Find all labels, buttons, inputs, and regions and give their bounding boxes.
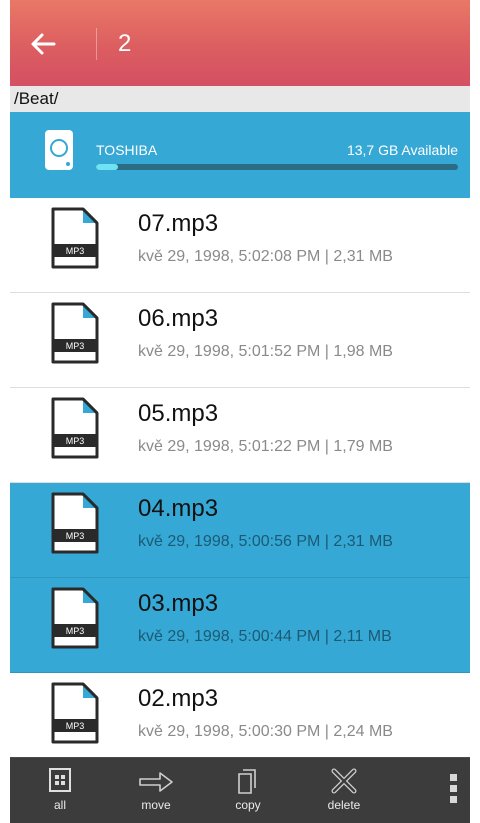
mp3-file-icon: MP3 [51, 397, 99, 459]
svg-text:MP3: MP3 [66, 341, 85, 351]
delete-button[interactable]: delete [312, 764, 376, 820]
file-meta: kvě 29, 1998, 5:00:56 PM | 2,31 MB [138, 533, 393, 550]
copy-icon [238, 769, 256, 794]
svg-text:MP3: MP3 [66, 531, 85, 541]
move-button[interactable]: move [124, 764, 188, 820]
more-vertical-icon[interactable] [448, 774, 458, 810]
svg-text:MP3: MP3 [66, 246, 85, 256]
arrow-left-icon [31, 33, 56, 55]
storage-card[interactable]: TOSHIBA 13,7 GB Available [10, 112, 470, 198]
select-all-icon [49, 768, 71, 792]
file-name: 05.mp3 [138, 400, 219, 427]
storage-usage-fill [96, 164, 118, 170]
app-frame: 2 /Beat/ TOSHIBA 13,7 GB Available MP3 07… [10, 0, 470, 823]
breadcrumb-path[interactable]: /Beat/ [10, 86, 470, 112]
file-meta: kvě 29, 1998, 5:00:30 PM | 2,24 MB [138, 723, 393, 740]
storage-name: TOSHIBA [96, 142, 158, 158]
file-list: MP3 07.mp3 kvě 29, 1998, 5:02:08 PM | 2,31… [10, 198, 470, 768]
file-row[interactable]: MP3 07.mp3 kvě 29, 1998, 5:02:08 PM | 2,31… [10, 198, 470, 293]
mp3-file-icon: MP3 [51, 587, 99, 649]
file-name: 07.mp3 [138, 210, 219, 237]
move-label: move [141, 798, 171, 812]
svg-text:MP3: MP3 [66, 626, 85, 636]
file-meta: kvě 29, 1998, 5:00:44 PM | 2,11 MB [138, 628, 392, 645]
mp3-file-icon: MP3 [51, 682, 99, 744]
file-meta: kvě 29, 1998, 5:02:08 PM | 2,31 MB [138, 248, 393, 265]
file-name: 06.mp3 [138, 305, 219, 332]
bottom-toolbar: all move copy delete [10, 757, 470, 823]
back-button[interactable] [28, 24, 72, 64]
delete-x-icon [331, 768, 357, 794]
file-name: 04.mp3 [138, 495, 219, 522]
delete-label: delete [327, 798, 361, 812]
storage-available: 13,7 GB Available [346, 142, 458, 158]
copy-button[interactable]: copy [216, 764, 280, 820]
file-name: 03.mp3 [138, 590, 219, 617]
file-name: 02.mp3 [138, 685, 219, 712]
storage-usage-bar [96, 164, 458, 170]
svg-text:MP3: MP3 [66, 436, 85, 446]
file-row[interactable]: MP3 06.mp3 kvě 29, 1998, 5:01:52 PM | 1,98… [10, 293, 470, 388]
mp3-file-icon: MP3 [51, 302, 99, 364]
file-row[interactable]: MP3 03.mp3 kvě 29, 1998, 5:00:44 PM | 2,11… [10, 578, 470, 673]
file-row[interactable]: MP3 04.mp3 kvě 29, 1998, 5:00:56 PM | 2,31… [10, 483, 470, 578]
svg-text:MP3: MP3 [66, 721, 85, 731]
arrow-right-icon [139, 772, 173, 792]
file-meta: kvě 29, 1998, 5:01:52 PM | 1,98 MB [138, 343, 393, 360]
select-all-button[interactable]: all [28, 764, 92, 820]
hard-drive-icon [45, 130, 73, 170]
selection-count: 2 [118, 30, 132, 57]
file-meta: kvě 29, 1998, 5:01:22 PM | 1,79 MB [138, 438, 393, 455]
mp3-file-icon: MP3 [51, 207, 99, 269]
mp3-file-icon: MP3 [51, 492, 99, 554]
file-row[interactable]: MP3 05.mp3 kvě 29, 1998, 5:01:22 PM | 1,79… [10, 388, 470, 483]
top-app-bar: 2 [10, 0, 470, 86]
select-all-label: all [53, 798, 66, 812]
copy-label: copy [235, 798, 261, 812]
header-divider [96, 28, 97, 60]
file-row[interactable]: MP3 02.mp3 kvě 29, 1998, 5:00:30 PM | 2,24… [10, 673, 470, 768]
